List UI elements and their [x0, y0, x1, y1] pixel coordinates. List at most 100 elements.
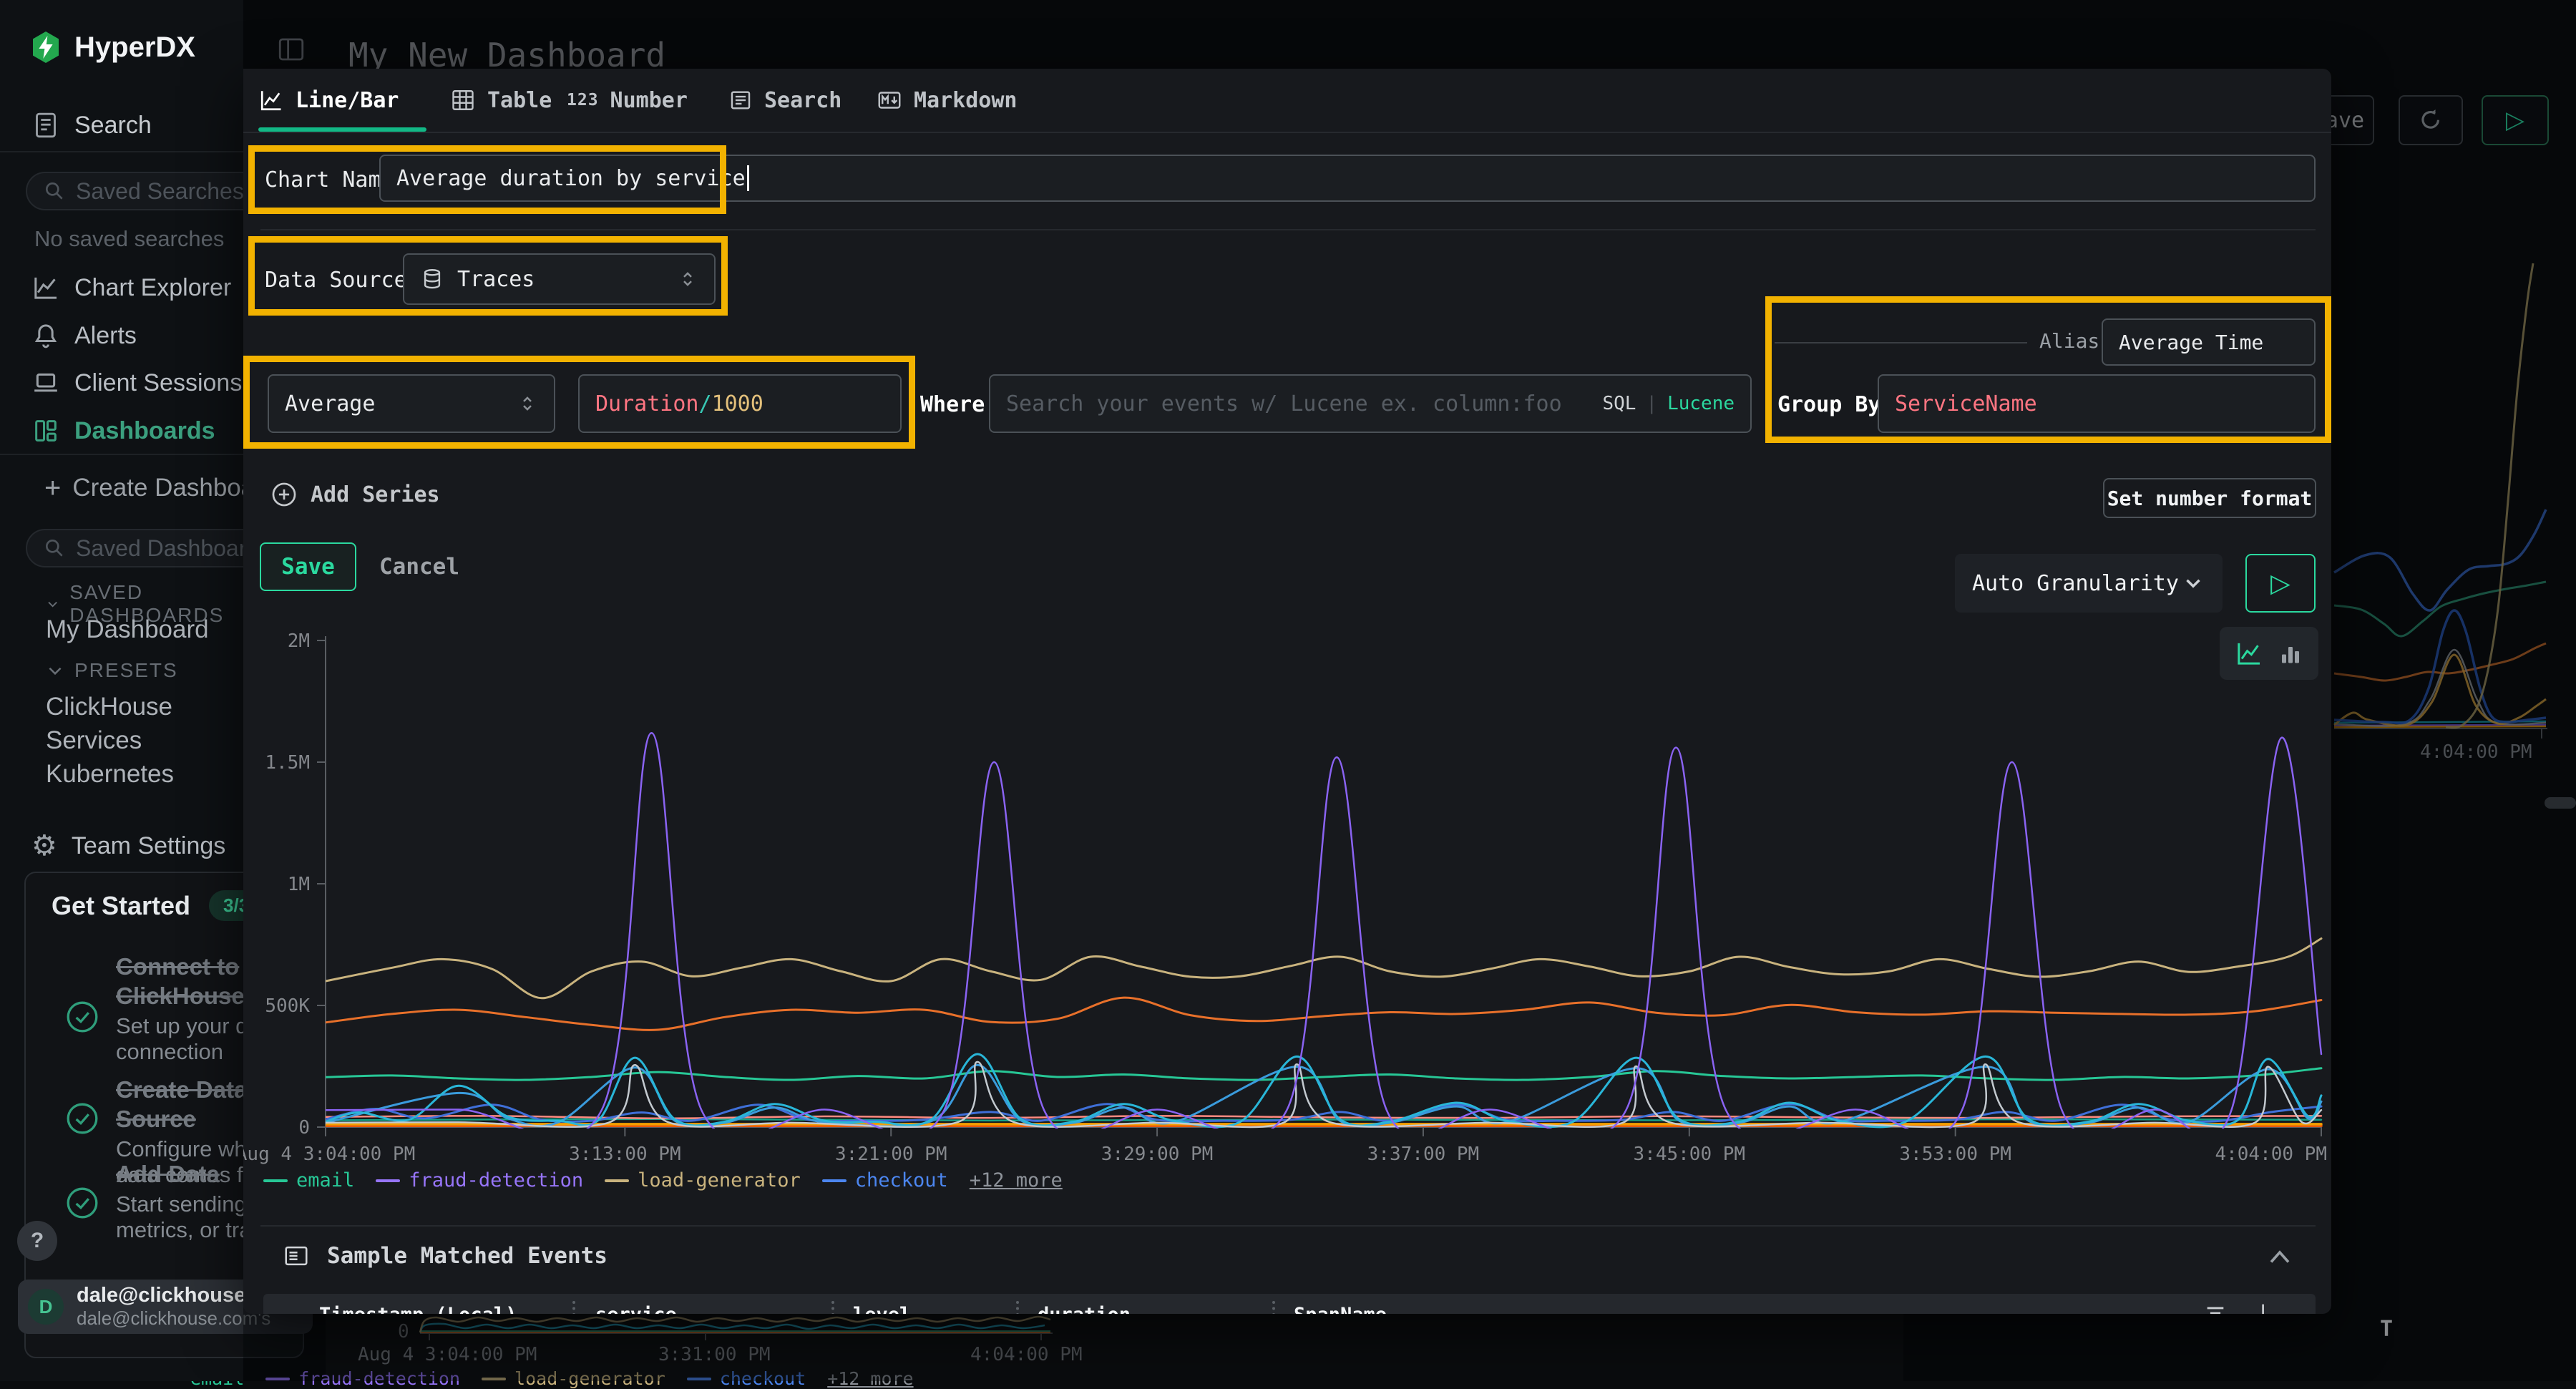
granularity-select[interactable]: Auto Granularity	[1955, 554, 2223, 613]
sidebar-item-alerts[interactable]: Alerts	[31, 321, 137, 350]
series-checkout	[326, 1104, 2321, 1122]
presets-section-header[interactable]: PRESETS	[46, 659, 178, 682]
data-source-label: Data Source	[265, 268, 407, 293]
x-tick-label: 3:45:00 PM	[1634, 1144, 1746, 1165]
chart-name-label: Chart Name	[265, 167, 394, 192]
series-fraud-detection	[326, 733, 2321, 1138]
data-source-select[interactable]: Traces	[403, 253, 716, 305]
circle-plus-icon	[270, 481, 298, 508]
run-chart-button[interactable]: ▷	[2245, 554, 2316, 613]
sidebar-item-team-settings[interactable]: ⚙ Team Settings	[31, 832, 225, 860]
chart-type-tabs: Line/Bar Table 123 Number Search	[243, 69, 2331, 133]
chevron-down-icon	[46, 595, 59, 613]
where-placeholder: Search your events w/ Lucene ex. column:…	[1006, 391, 1562, 416]
check-circle-icon	[64, 1185, 100, 1221]
set-number-format-button[interactable]: Set number format	[2103, 478, 2316, 518]
tab-number[interactable]: 123 Number	[567, 69, 688, 132]
y-tick-label: 1M	[288, 874, 310, 895]
user-email-sub: dale@clickhouse.com's	[77, 1307, 270, 1330]
download-icon[interactable]: ↓	[2253, 1300, 2273, 1314]
list-icon	[283, 1242, 310, 1269]
help-button[interactable]: ?	[17, 1221, 57, 1261]
sidebar-item-search[interactable]: Search	[31, 111, 152, 140]
sidebar-item-clickhouse[interactable]: ClickHouse	[46, 693, 172, 721]
legend-more-link[interactable]: +12 more	[970, 1169, 1063, 1191]
col-duration[interactable]: duration	[1038, 1304, 1131, 1314]
chevron-down-icon	[2181, 571, 2205, 595]
filter-icon[interactable]	[2203, 1301, 2228, 1314]
sidebar-item-my-dashboard[interactable]: My Dashboard	[46, 615, 209, 644]
expression-input[interactable]: Duration/1000	[578, 374, 902, 433]
user-email: dale@clickhouse.c	[77, 1284, 270, 1307]
query-language-toggle[interactable]: SQL | Lucene	[1602, 393, 1735, 414]
search-doc-icon	[728, 88, 753, 112]
where-label: Where	[920, 392, 985, 417]
line-chart-icon	[258, 87, 284, 113]
sidebar-item-chart-explorer[interactable]: Chart Explorer	[31, 273, 231, 302]
chart-name-input[interactable]: Average duration by service	[379, 155, 2316, 202]
dashboards-icon	[31, 416, 60, 445]
chart-legend: email fraud-detection load-generator che…	[263, 1169, 1063, 1191]
col-timestamp[interactable]: Timestamp (Local)	[319, 1304, 517, 1314]
x-tick-label: 3:53:00 PM	[1899, 1144, 2011, 1165]
sidebar-item-services[interactable]: Services	[46, 726, 142, 755]
group-by-input[interactable]: ServiceName	[1878, 374, 2316, 433]
col-level[interactable]: level	[853, 1304, 911, 1314]
search-icon	[43, 537, 66, 560]
page-root: My New Dashboard Save ▷ 4:04:00 PM 0 Aug…	[0, 0, 2576, 1381]
save-button[interactable]: Save	[260, 542, 356, 591]
sidebar-item-kubernetes[interactable]: Kubernetes	[46, 760, 174, 789]
x-tick-label: 4:04:00 PM	[2215, 1144, 2327, 1165]
laptop-icon	[31, 369, 60, 397]
legend-item[interactable]: email	[263, 1169, 354, 1191]
series-email	[326, 1068, 2321, 1080]
column-separator[interactable]	[831, 1301, 834, 1314]
bar-view-icon[interactable]	[2278, 640, 2303, 666]
collapse-chevron-icon[interactable]	[2267, 1247, 2293, 1267]
legend-item[interactable]: checkout	[822, 1169, 948, 1191]
y-tick-label: 2M	[288, 630, 310, 652]
tab-search[interactable]: Search	[728, 69, 841, 132]
series-other-5	[326, 998, 2321, 1030]
text-cursor	[747, 165, 749, 191]
sql-option[interactable]: SQL	[1602, 393, 1636, 414]
search-icon	[43, 180, 66, 203]
sidebar-item-client-sessions[interactable]: Client Sessions	[31, 369, 242, 397]
series-other-7	[326, 1054, 2321, 1127]
brand-name[interactable]: HyperDX	[74, 31, 195, 64]
play-icon: ▷	[2270, 569, 2290, 598]
create-dashboard-button[interactable]: + Create Dashboard	[44, 474, 277, 502]
markdown-icon	[877, 87, 902, 113]
column-separator[interactable]	[1016, 1301, 1019, 1314]
select-chevrons-icon	[677, 268, 698, 290]
legend-item[interactable]: fraud-detection	[376, 1169, 583, 1191]
events-table-header: Timestamp (Local) service level duration…	[263, 1294, 2316, 1314]
cancel-button[interactable]: Cancel	[376, 542, 462, 591]
x-tick-label: Aug 4 3:04:00 PM	[243, 1144, 415, 1165]
tab-table[interactable]: Table	[450, 69, 552, 132]
tab-line-bar[interactable]: Line/Bar	[258, 69, 399, 132]
column-separator[interactable]	[572, 1301, 575, 1314]
chart-editor-modal: Line/Bar Table 123 Number Search	[243, 69, 2331, 1314]
legend-item[interactable]: load-generator	[605, 1169, 801, 1191]
get-started-title: Get Started	[52, 891, 190, 921]
check-circle-icon	[64, 999, 100, 1035]
alias-label: Alias	[2039, 329, 2099, 353]
where-input[interactable]: Search your events w/ Lucene ex. column:…	[989, 374, 1752, 433]
col-spanname[interactable]: SpanName	[1294, 1304, 1387, 1314]
alias-input[interactable]: Average Time	[2102, 318, 2316, 366]
col-service[interactable]: service	[595, 1304, 677, 1314]
aggregation-select[interactable]: Average	[268, 374, 555, 433]
series-other-4	[326, 1116, 2321, 1118]
lucene-option[interactable]: Lucene	[1667, 393, 1735, 414]
line-view-icon[interactable]	[2235, 639, 2263, 668]
column-separator[interactable]	[1272, 1301, 1275, 1314]
chart-display-toggle[interactable]	[2220, 627, 2318, 680]
tab-markdown[interactable]: Markdown	[877, 69, 1018, 132]
sidebar-item-dashboards[interactable]: Dashboards	[31, 416, 215, 445]
table-icon	[450, 87, 476, 113]
check-circle-icon	[64, 1101, 100, 1136]
add-series-button[interactable]: Add Series	[270, 481, 440, 508]
chevron-down-icon	[46, 661, 64, 680]
alias-connector-line	[1775, 342, 2027, 343]
